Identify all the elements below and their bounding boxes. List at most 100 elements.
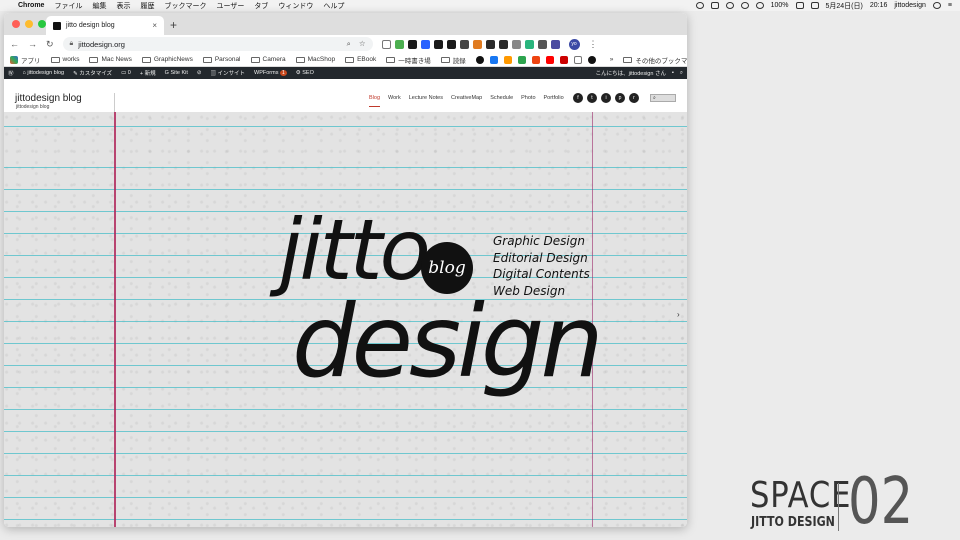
reload-icon[interactable]: ↻ (46, 39, 54, 50)
menu-edit[interactable]: 編集 (92, 1, 106, 11)
bookmark-temp[interactable]: 一時書き場 (386, 55, 431, 65)
menu-view[interactable]: 表示 (116, 1, 130, 11)
extension-6-icon[interactable] (550, 39, 560, 49)
siri-icon[interactable] (932, 2, 941, 9)
site-search-field[interactable]: ⌕ (650, 94, 676, 102)
bookmarks-more-button[interactable]: » (610, 56, 614, 63)
wp-site-link[interactable]: ⌂ jittodesign blog (23, 70, 65, 76)
wp-customize-link[interactable]: ✎ カスタマイズ (73, 69, 112, 77)
minimize-window-button[interactable] (25, 20, 33, 28)
nav-work[interactable]: Work (388, 95, 401, 107)
wifi-icon[interactable] (755, 2, 764, 9)
battery-icon[interactable] (795, 2, 804, 9)
nav-creativemap[interactable]: CreativeMap (451, 95, 482, 107)
wp-search-icon[interactable]: ⌕ (680, 70, 683, 77)
wp-new-link[interactable]: + 新規 (140, 69, 156, 77)
creative-cloud-icon[interactable] (695, 2, 704, 9)
extension-4-icon[interactable] (459, 39, 469, 49)
wp-wpforms-link[interactable]: WPForms 1 (254, 70, 287, 76)
tab-close-button[interactable]: × (152, 21, 157, 30)
menubar-date[interactable]: 5月24日(日) (826, 1, 863, 11)
bookmark-graphicnews[interactable]: GraphicNews (141, 56, 193, 63)
extension-orange-icon[interactable] (472, 39, 482, 49)
screen-icon[interactable] (710, 2, 719, 9)
slider-next-arrow-icon[interactable]: › (677, 310, 680, 319)
youtube-icon[interactable] (545, 55, 554, 64)
extension-2-icon[interactable] (433, 39, 443, 49)
zoom-window-button[interactable] (38, 20, 46, 28)
bookmark-works[interactable]: works (50, 56, 79, 63)
menu-window[interactable]: ウィンドウ (278, 1, 313, 11)
bookmark-apps[interactable]: アプリ (10, 55, 41, 65)
address-bar[interactable]: 🔒︎ jittodesign.org ⌕ ☆ (62, 37, 373, 51)
bookmark-macshop[interactable]: MacShop (295, 56, 335, 63)
wp-seo-link[interactable]: ⚙ SEO (296, 70, 314, 76)
menubar-time[interactable]: 20:16 (870, 2, 888, 9)
extension-3-icon[interactable] (446, 39, 456, 49)
instagram-icon[interactable]: i (601, 93, 611, 103)
menu-app-name[interactable]: Chrome (18, 2, 44, 9)
amazon-icon[interactable] (503, 55, 512, 64)
new-tab-button[interactable]: + (170, 18, 177, 32)
bookmark-other[interactable]: その他のブックマーク (623, 55, 687, 65)
tab-jitto-design-blog[interactable]: jitto design blog × (46, 16, 164, 35)
wp-avatar-icon[interactable]: ▪ (672, 70, 674, 76)
facebook-icon[interactable]: f (573, 93, 583, 103)
block-icon[interactable]: ⊘ (197, 70, 202, 76)
twitter-icon[interactable]: t (587, 93, 597, 103)
shield-icon[interactable] (498, 39, 508, 49)
translate-icon[interactable] (537, 39, 547, 49)
bookmark-camera[interactable]: Camera (250, 56, 286, 63)
bluetooth-icon[interactable] (740, 2, 749, 9)
bookmark-ebook[interactable]: EBook (345, 56, 376, 63)
forward-icon[interactable]: → (28, 39, 37, 49)
extension-blue-icon[interactable] (420, 39, 430, 49)
bookmark-parsonal[interactable]: Parsonal (202, 56, 241, 63)
menu-user[interactable]: ユーザー (216, 1, 244, 11)
nav-photo[interactable]: Photo (521, 95, 535, 107)
yahoo-icon[interactable] (531, 55, 540, 64)
podcast-icon[interactable]: p (615, 93, 625, 103)
extension-5-icon[interactable] (485, 39, 495, 49)
extension-dark-icon[interactable] (407, 39, 417, 49)
input-source-icon[interactable] (810, 2, 819, 9)
nav-blog[interactable]: Blog (369, 95, 381, 107)
bookmark-star-icon[interactable]: ☆ (359, 39, 366, 49)
github-icon[interactable] (587, 55, 596, 64)
bookmark-reading[interactable]: 読録 (440, 55, 466, 65)
nav-schedule[interactable]: Schedule (490, 95, 513, 107)
menu-file[interactable]: ファイル (54, 1, 82, 11)
bookmark-mac-news[interactable]: Mac News (89, 56, 132, 63)
bookmark-doc-icon[interactable] (573, 55, 582, 64)
nav-portfolio[interactable]: Portfolio (544, 95, 564, 107)
menu-bookmarks[interactable]: ブックマーク (164, 1, 206, 11)
url-text[interactable]: jittodesign.org (78, 40, 125, 49)
extension-green-icon[interactable] (524, 39, 534, 49)
wp-greeting[interactable]: こんにちは、jittodesign さん (596, 69, 666, 77)
chrome-menu-icon[interactable]: ⋮ (589, 39, 598, 50)
menubar-user[interactable]: jittodesign (894, 2, 926, 9)
rss-icon[interactable]: r (629, 93, 639, 103)
search-icon[interactable]: ⌕ (653, 95, 656, 101)
bookmark-site-icon[interactable] (475, 55, 484, 64)
lock-icon[interactable]: 🔒︎ (70, 40, 74, 48)
close-window-button[interactable] (12, 20, 20, 28)
nav-lecture-notes[interactable]: Lecture Notes (409, 95, 443, 107)
battery-percent[interactable]: 100% (771, 2, 789, 9)
wordpress-icon[interactable]: Ⓦ (8, 69, 14, 77)
site-title[interactable]: jittodesign blog (15, 93, 82, 104)
menu-history[interactable]: 履歴 (140, 1, 154, 11)
back-icon[interactable]: ← (10, 39, 19, 49)
evernote-icon[interactable] (394, 39, 404, 49)
notification-center-icon[interactable]: ≡ (948, 2, 952, 9)
facebook-icon[interactable] (489, 55, 498, 64)
menu-help[interactable]: ヘルプ (323, 1, 344, 11)
menu-tab[interactable]: タブ (254, 1, 268, 11)
wp-comments-link[interactable]: ▭ 0 (121, 70, 131, 76)
feedly-icon[interactable] (517, 55, 526, 64)
time-machine-icon[interactable] (725, 2, 734, 9)
pocket-icon[interactable] (381, 39, 391, 49)
wp-insights-link[interactable]: ▥ インサイト (210, 69, 245, 77)
zoom-icon[interactable]: ⌕ (347, 39, 351, 49)
wp-sitekit-link[interactable]: G Site Kit (165, 70, 188, 76)
